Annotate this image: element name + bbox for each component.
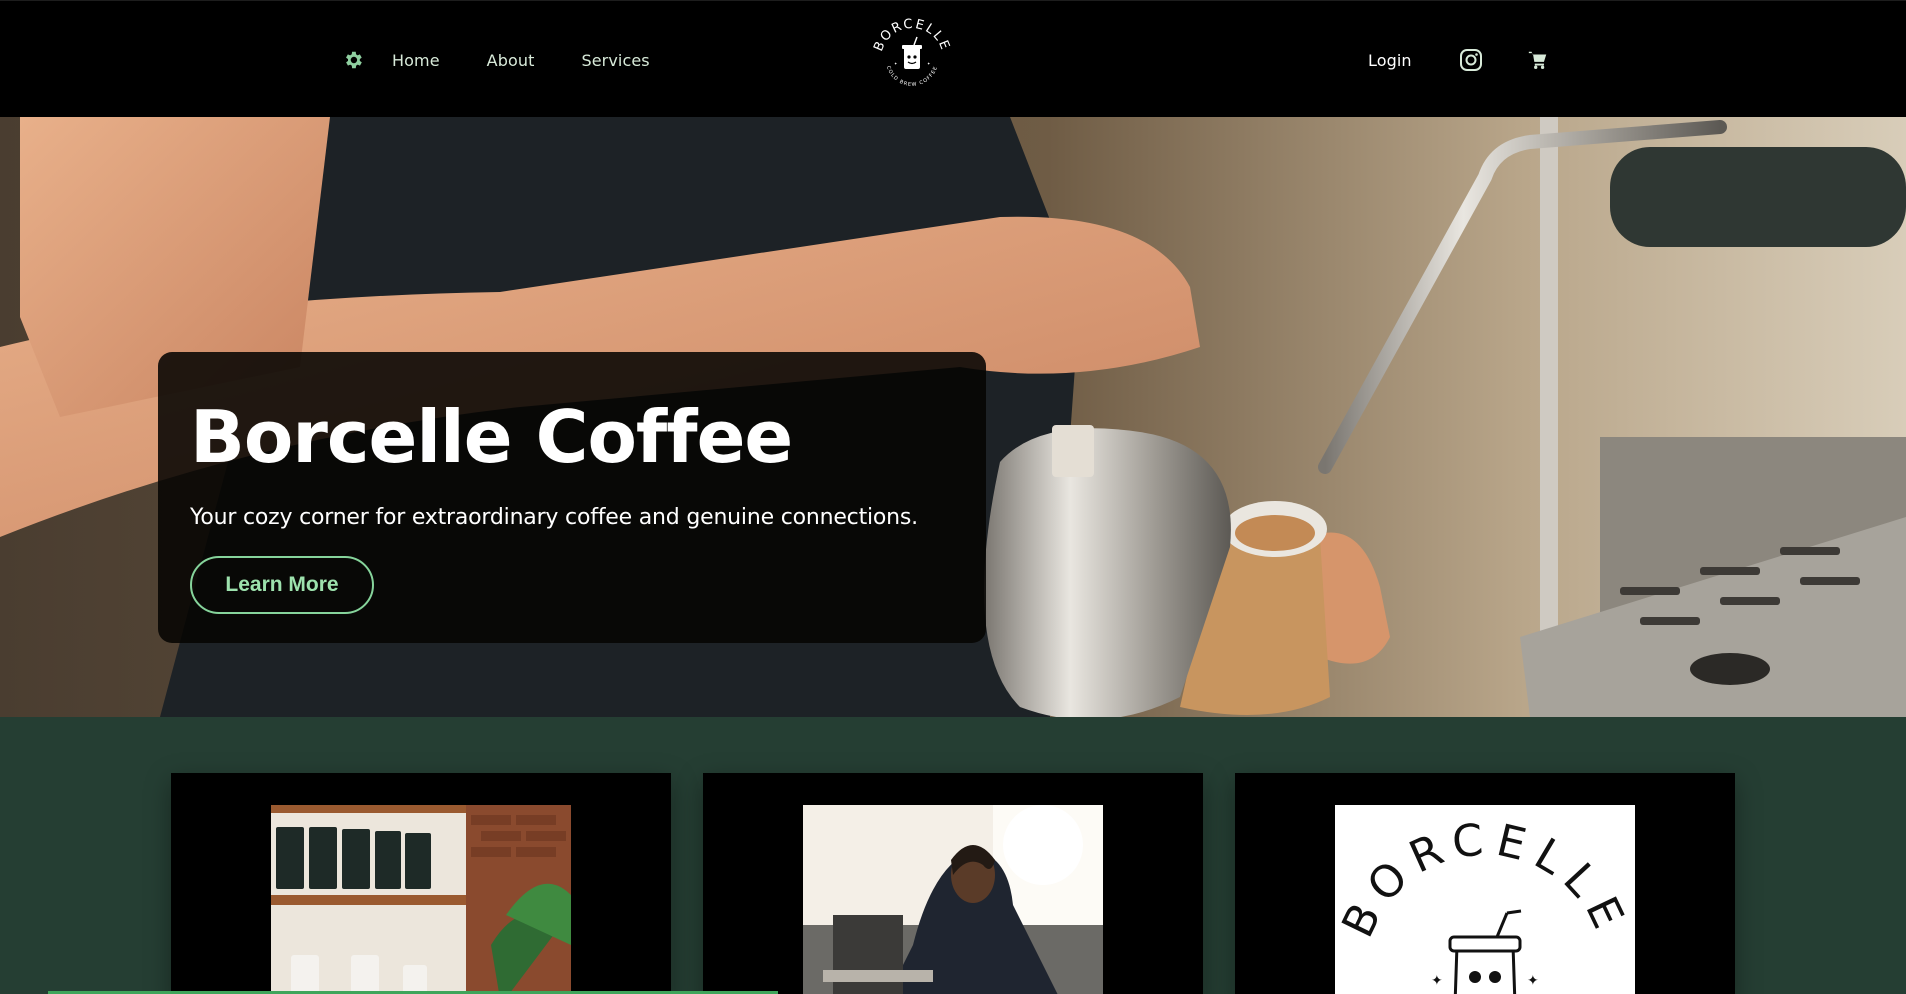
feature-card-3[interactable]: BORCELLE ✦ ✦ xyxy=(1235,773,1735,994)
coffee-shelf-photo xyxy=(271,805,571,994)
brand-logo[interactable]: BORCELLE BORCELLE COLD BREW COFFEE ✦ ✦ xyxy=(867,13,957,103)
nav-link-home[interactable]: Home xyxy=(392,51,440,70)
nav-right: Login xyxy=(1368,47,1549,73)
feature-card-1[interactable] xyxy=(171,773,671,994)
borcelle-logo-image: BORCELLE ✦ ✦ xyxy=(1335,805,1635,994)
hero-section: Borcelle Coffee Your cozy corner for ext… xyxy=(0,117,1906,717)
feature-card-2[interactable] xyxy=(703,773,1203,994)
feature-cards: BORCELLE ✦ ✦ xyxy=(171,773,1735,994)
gear-icon[interactable] xyxy=(340,47,366,73)
svg-text:✦: ✦ xyxy=(927,61,931,66)
barista-photo xyxy=(803,805,1103,994)
learn-more-button[interactable]: Learn More xyxy=(190,556,374,614)
svg-text:✦: ✦ xyxy=(1431,973,1443,989)
svg-text:✦: ✦ xyxy=(1527,973,1539,989)
hero-subtitle: Your cozy corner for extraordinary coffe… xyxy=(190,505,918,530)
login-link[interactable]: Login xyxy=(1368,51,1412,70)
nav-left: Home About Services xyxy=(340,47,697,73)
nav-link-services[interactable]: Services xyxy=(581,51,649,70)
instagram-icon[interactable] xyxy=(1459,48,1483,72)
nav-link-about[interactable]: About xyxy=(487,51,535,70)
navbar: Home About Services BORCELLE BORCELLE CO… xyxy=(0,0,1906,117)
logo-graphic: BORCELLE COLD BREW COFFEE ✦ ✦ xyxy=(871,17,951,88)
svg-text:✦: ✦ xyxy=(894,61,898,66)
hero-title: Borcelle Coffee xyxy=(190,395,793,479)
cart-icon[interactable] xyxy=(1527,49,1549,71)
hero-card: Borcelle Coffee Your cozy corner for ext… xyxy=(158,352,986,643)
